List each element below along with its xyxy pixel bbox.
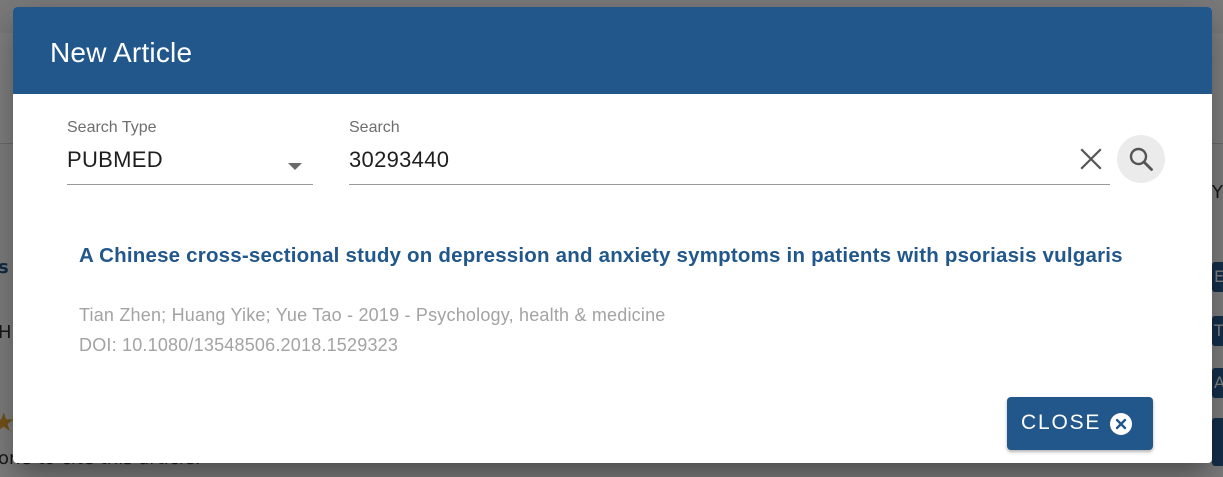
search-type-underline [67,184,313,185]
clear-icon[interactable] [1079,147,1103,171]
search-icon [1129,147,1153,171]
search-type-select[interactable]: Search Type PUBMED [67,117,313,185]
search-type-label: Search Type [67,119,157,136]
search-input[interactable]: 30293440 [349,147,449,173]
dialog-header: New Article [13,7,1212,94]
search-underline [349,184,1110,185]
close-button-label: CLOSE [1021,411,1102,434]
search-button[interactable] [1117,135,1165,183]
result-doi-line: DOI: 10.1080/13548506.2018.1529323 [79,335,399,355]
close-button[interactable]: CLOSE [1007,397,1153,450]
search-field[interactable]: Search 30293440 [349,117,1110,185]
dropdown-arrow-icon [288,163,302,170]
result-authors-line: Tian Zhen; Huang Yike; Yue Tao - 2019 - … [79,305,666,325]
close-circle-icon [1110,413,1132,435]
search-label: Search [349,119,400,136]
result-article-title-link[interactable]: A Chinese cross-sectional study on depre… [79,241,1159,271]
search-type-value: PUBMED [67,147,163,172]
new-article-dialog: New Article Search Type PUBMED Search 30… [13,7,1212,463]
dialog-title: New Article [50,37,193,68]
